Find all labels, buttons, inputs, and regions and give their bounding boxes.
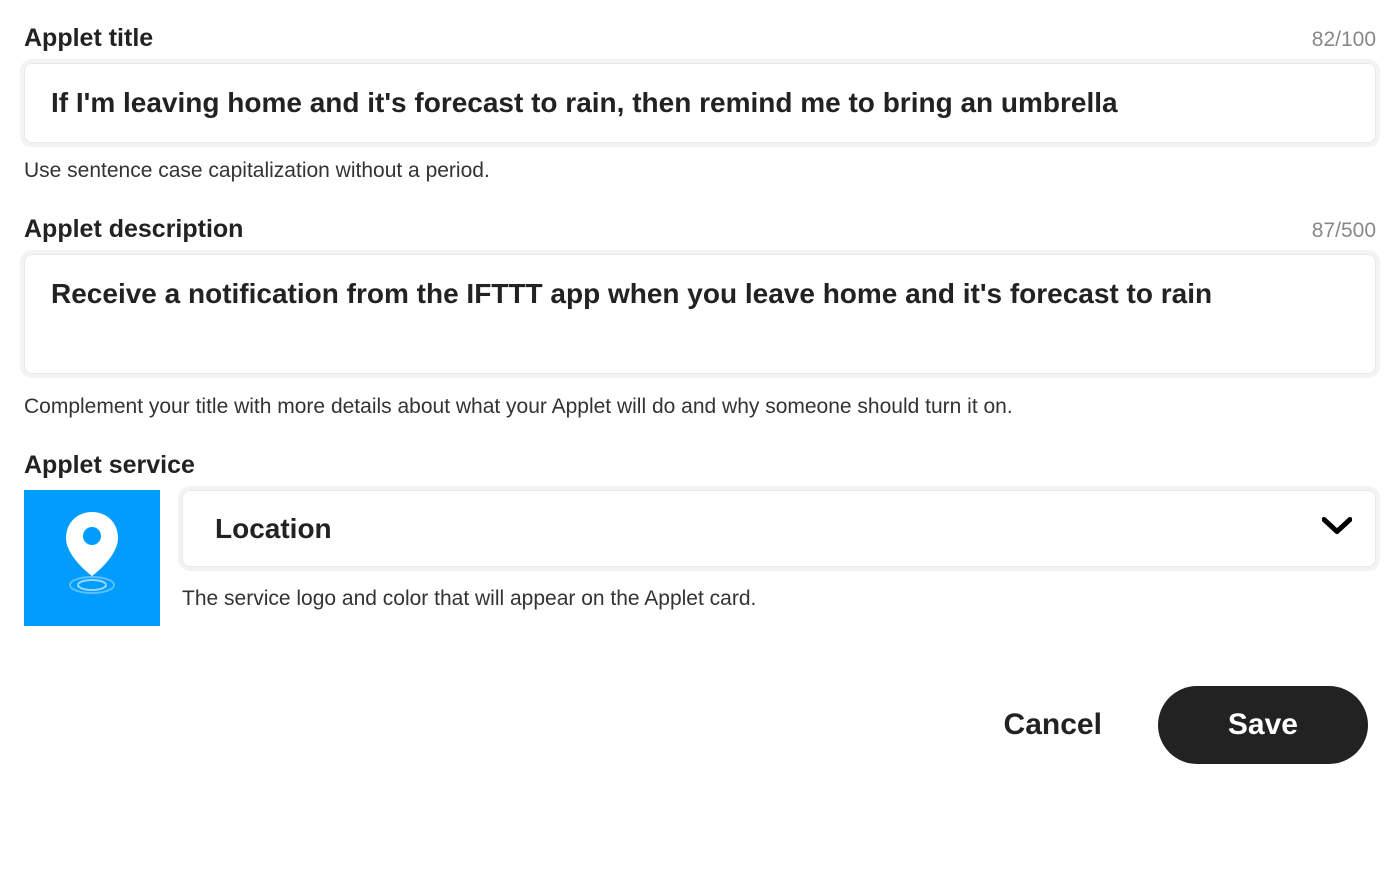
service-header: Applet service — [24, 451, 1376, 480]
service-hint: The service logo and color that will app… — [182, 587, 1376, 611]
applet-description-input[interactable] — [24, 254, 1376, 374]
description-hint: Complement your title with more details … — [24, 395, 1376, 419]
cancel-button[interactable]: Cancel — [1004, 708, 1102, 742]
applet-service-section: Applet service Location — [24, 451, 1376, 626]
description-char-counter: 87/500 — [1312, 219, 1376, 243]
service-label: Applet service — [24, 451, 195, 480]
service-select[interactable]: Location — [182, 490, 1376, 567]
description-header: Applet description 87/500 — [24, 215, 1376, 244]
location-pin-icon — [60, 512, 124, 603]
title-char-counter: 82/100 — [1312, 28, 1376, 52]
description-label: Applet description — [24, 215, 243, 244]
applet-title-section: Applet title 82/100 Use sentence case ca… — [24, 24, 1376, 183]
service-row: Location The service logo and color that… — [24, 490, 1376, 626]
applet-title-input[interactable] — [24, 63, 1376, 143]
save-button[interactable]: Save — [1158, 686, 1368, 764]
service-select-wrap: Location — [182, 490, 1376, 567]
title-label: Applet title — [24, 24, 153, 53]
title-header: Applet title 82/100 — [24, 24, 1376, 53]
service-right-column: Location The service logo and color that… — [182, 490, 1376, 611]
applet-description-section: Applet description 87/500 Complement you… — [24, 215, 1376, 419]
button-row: Cancel Save — [24, 686, 1376, 764]
service-logo-tile — [24, 490, 160, 626]
title-hint: Use sentence case capitalization without… — [24, 159, 1376, 183]
